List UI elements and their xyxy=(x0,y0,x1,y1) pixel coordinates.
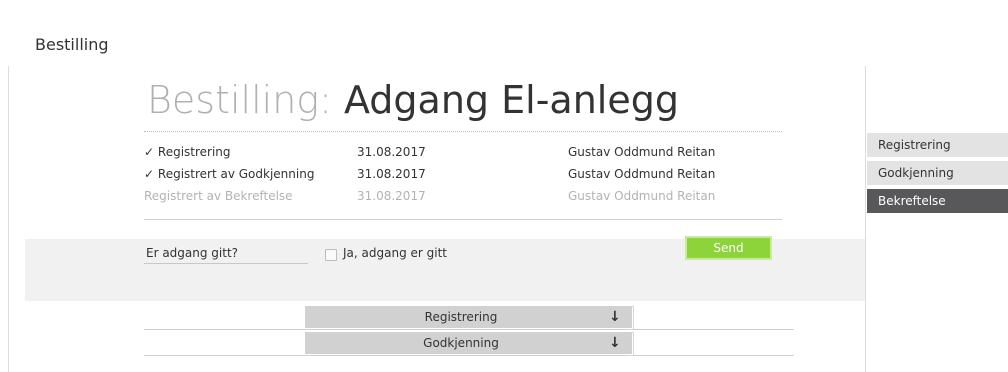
history-row-pending: Registrert av Bekreftelse 31.08.2017 Gus… xyxy=(144,186,784,206)
history-label: Registrering xyxy=(157,145,231,159)
access-given-checkbox-label[interactable]: Ja, adgang er gitt xyxy=(343,246,447,260)
accordion-registrering[interactable]: Registrering ↓ xyxy=(305,306,632,328)
question-underline xyxy=(144,263,308,264)
history-date: 31.08.2017 xyxy=(357,145,426,159)
accordion-label: Registrering xyxy=(424,310,498,324)
accordion-divider-top xyxy=(144,329,794,330)
send-button[interactable]: Send xyxy=(685,236,772,260)
title-divider xyxy=(144,131,782,132)
history-label: Registrert av Bekreftelse xyxy=(144,189,293,203)
history-row: ✓ Registrert av Godkjenning 31.08.2017 G… xyxy=(144,164,784,184)
sidebar-item-godkjenning[interactable]: Godkjenning xyxy=(867,161,1008,185)
accordion-divider-bottom xyxy=(144,355,794,356)
history-user: Gustav Oddmund Reitan xyxy=(568,167,716,181)
accordion-godkjenning[interactable]: Godkjenning ↓ xyxy=(305,332,632,354)
check-icon: ✓ xyxy=(144,167,155,181)
page-title-name: Adgang El-anlegg xyxy=(343,78,679,122)
access-given-checkbox[interactable] xyxy=(325,249,337,261)
history-row: ✓ Registrering 31.08.2017 Gustav Oddmund… xyxy=(144,142,784,162)
history-user: Gustav Oddmund Reitan xyxy=(568,189,716,203)
question-label: Er adgang gitt? xyxy=(146,246,239,260)
sidebar-item-registrering[interactable]: Registrering xyxy=(867,133,1008,157)
history-date: 31.08.2017 xyxy=(357,189,426,203)
history-label: Registrert av Godkjenning xyxy=(157,167,315,181)
history-user: Gustav Oddmund Reitan xyxy=(568,145,716,159)
check-icon: ✓ xyxy=(144,145,155,159)
content-left-border xyxy=(8,66,9,372)
accordion-label: Godkjenning xyxy=(423,336,499,350)
sidebar-item-bekreftelse[interactable]: Bekreftelse xyxy=(867,189,1008,213)
arrow-down-icon: ↓ xyxy=(609,335,621,351)
breadcrumb: Bestilling xyxy=(35,35,109,54)
arrow-down-icon: ↓ xyxy=(609,309,621,325)
history-date: 31.08.2017 xyxy=(357,167,426,181)
page-title-prefix: Bestilling: xyxy=(147,78,332,122)
page-title: Bestilling: Adgang El-anlegg xyxy=(147,76,679,124)
content-right-border xyxy=(865,66,866,372)
history-divider xyxy=(144,219,782,220)
